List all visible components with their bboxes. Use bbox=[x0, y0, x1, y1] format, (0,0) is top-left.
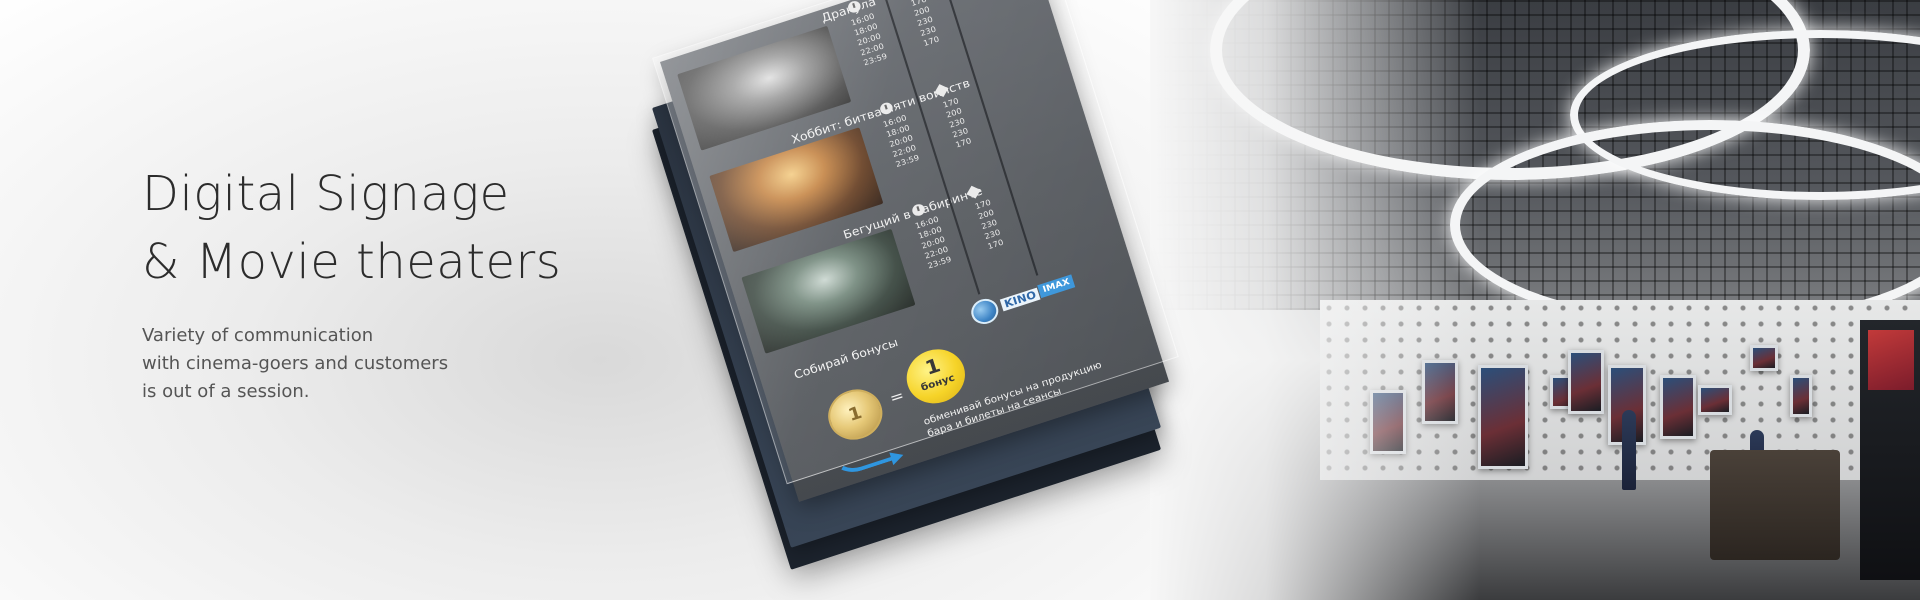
logo-imax-badge: IMAX bbox=[1037, 274, 1076, 299]
wall-poster bbox=[1750, 345, 1778, 371]
logo-kino-text: KINO bbox=[999, 287, 1041, 312]
hero-section: Digital Signage & Movie theaters Variety… bbox=[142, 160, 602, 406]
showtimes-column: 16:00 18:00 20:00 22:00 23:59 bbox=[905, 211, 961, 274]
equals-sign: = bbox=[887, 385, 907, 408]
wall-poster bbox=[1568, 350, 1604, 414]
lobby-bench bbox=[1710, 450, 1840, 560]
hero-subtitle: Variety of communication with cinema-goe… bbox=[142, 322, 602, 406]
wall-poster bbox=[1790, 375, 1812, 417]
hero-subtitle-line-1: Variety of communication bbox=[142, 325, 374, 346]
hero-subtitle-line-3: is out of a session. bbox=[142, 381, 310, 402]
wall-poster bbox=[1478, 365, 1528, 469]
hryvnia-coin-icon: 1 bbox=[821, 382, 889, 447]
hero-title-line-2: & Movie theaters bbox=[142, 234, 562, 290]
signage-mockup: Дракула 16:00 18:00 20:00 22:00 23:59 17… bbox=[640, 0, 1179, 600]
showtimes-column: 16:00 18:00 20:00 22:00 23:59 bbox=[873, 110, 929, 173]
photo-fade-overlay bbox=[1150, 0, 1480, 600]
prices-column: 170 200 230 230 170 bbox=[961, 193, 1017, 256]
showtimes-column: 16:00 18:00 20:00 22:00 23:59 bbox=[841, 8, 897, 71]
wall-poster bbox=[1660, 375, 1696, 439]
wall-poster bbox=[1698, 385, 1732, 415]
person-figure bbox=[1622, 410, 1636, 490]
globe-logo-icon bbox=[968, 295, 1002, 328]
bonus-badge: 1 бонус bbox=[899, 341, 972, 411]
curved-arrow-icon bbox=[828, 435, 896, 479]
hero-title-line-1: Digital Signage bbox=[142, 166, 510, 222]
ticket-kiosk bbox=[1860, 320, 1920, 580]
prices-column: 170 200 230 230 170 bbox=[929, 92, 985, 155]
prices-column: 170 200 230 230 170 bbox=[897, 0, 953, 53]
signage-stack: Дракула 16:00 18:00 20:00 22:00 23:59 17… bbox=[640, 0, 1179, 600]
hero-subtitle-line-2: with cinema-goers and customers bbox=[142, 353, 449, 374]
cinema-lobby-photo bbox=[1150, 0, 1920, 600]
hero-title: Digital Signage & Movie theaters bbox=[142, 160, 602, 296]
